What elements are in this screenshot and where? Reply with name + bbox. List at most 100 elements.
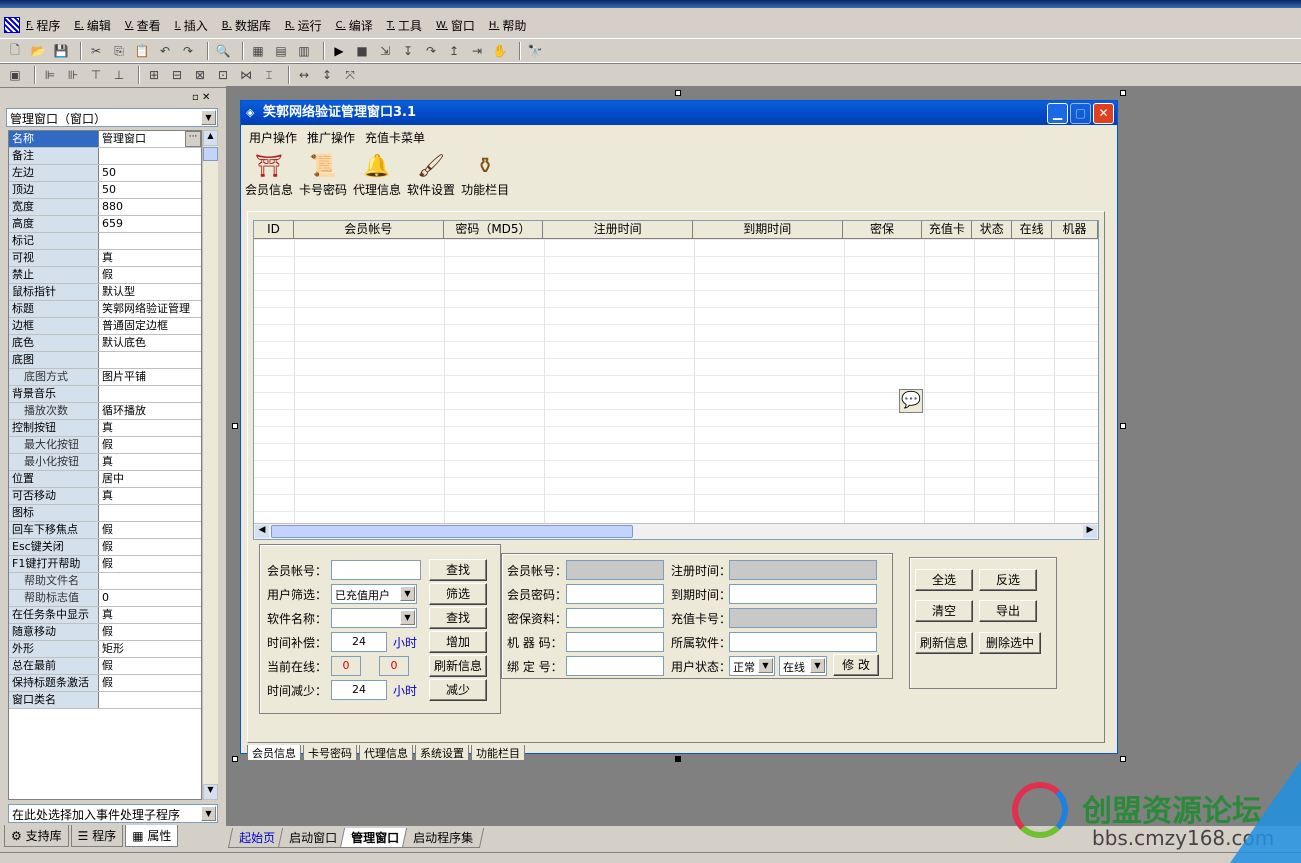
step-over-icon[interactable]: ↷ bbox=[422, 42, 440, 60]
same-width-icon[interactable]: ↔ bbox=[295, 66, 313, 84]
property-value[interactable]: 659 bbox=[99, 216, 201, 232]
close-icon[interactable]: ✕ bbox=[1093, 103, 1114, 124]
resize-handle[interactable] bbox=[232, 756, 238, 762]
property-value[interactable] bbox=[99, 352, 201, 368]
property-value[interactable]: 笑郭网络验证管理 bbox=[99, 301, 201, 317]
same-height-icon[interactable]: ↕ bbox=[318, 66, 336, 84]
redo-icon[interactable]: ↷ bbox=[179, 42, 197, 60]
grid-column-header[interactable]: 密码（MD5） bbox=[444, 221, 544, 238]
space-vertical-icon[interactable]: ⊡ bbox=[214, 66, 232, 84]
menu-run[interactable]: R. 运行 bbox=[285, 17, 322, 34]
property-row[interactable]: 标记 bbox=[9, 233, 201, 250]
software-select[interactable]: ▼ bbox=[331, 608, 417, 628]
property-value[interactable]: 假 bbox=[99, 675, 201, 691]
property-value[interactable]: 真 bbox=[99, 488, 201, 504]
property-value[interactable] bbox=[99, 692, 201, 708]
property-row[interactable]: 回车下移焦点假 bbox=[9, 522, 201, 539]
property-value[interactable]: 假 bbox=[99, 539, 201, 555]
property-row[interactable]: 外形 矩形 bbox=[9, 641, 201, 658]
filter-select[interactable]: 已充值用户 ▼ bbox=[331, 584, 417, 604]
resize-handle[interactable] bbox=[675, 90, 681, 96]
minimize-icon[interactable]: ▁ bbox=[1047, 103, 1068, 124]
account-input[interactable] bbox=[331, 560, 421, 580]
align-top-icon[interactable]: ⊤ bbox=[87, 66, 105, 84]
property-value[interactable]: 假 bbox=[99, 658, 201, 674]
property-value[interactable] bbox=[99, 148, 201, 164]
tab-support-library[interactable]: ⚙ 支持库 bbox=[4, 825, 69, 847]
menu-promo-ops[interactable]: 推广操作 bbox=[307, 129, 355, 146]
tab-card-password[interactable]: 卡号密码 bbox=[303, 745, 357, 761]
tab-startup-window[interactable]: 启动窗口 bbox=[277, 828, 349, 848]
tab-agent-info[interactable]: 代理信息 bbox=[359, 745, 413, 761]
property-value[interactable]: 50 bbox=[99, 165, 201, 181]
tab-startup-assembly[interactable]: 启动程序集 bbox=[401, 828, 485, 848]
property-row[interactable]: 帮助标志值 0 bbox=[9, 590, 201, 607]
hand-icon[interactable]: ✋ bbox=[491, 42, 509, 60]
state-select[interactable]: 正常 ▼ bbox=[729, 656, 775, 676]
property-row[interactable]: 最小化按钮真 bbox=[9, 454, 201, 471]
chevron-down-icon[interactable]: ▼ bbox=[201, 110, 216, 125]
reduce-input[interactable]: 24 bbox=[331, 680, 387, 700]
center-vertical-icon[interactable]: ⊟ bbox=[168, 66, 186, 84]
property-row[interactable]: 位置 居中 bbox=[9, 471, 201, 488]
menu-card-menu[interactable]: 充值卡菜单 bbox=[365, 129, 425, 146]
scroll-left-icon[interactable]: ◀ bbox=[255, 525, 269, 538]
property-row[interactable]: 背景音乐 bbox=[9, 386, 201, 403]
property-value[interactable] bbox=[99, 573, 201, 589]
maximize-icon[interactable]: ▢ bbox=[1070, 103, 1091, 124]
menu-tools[interactable]: T. 工具 bbox=[387, 17, 422, 34]
select-all-button[interactable]: 全选 bbox=[915, 569, 973, 591]
software-settings-button[interactable]: 🖌 软件设置 bbox=[407, 151, 455, 201]
export-button[interactable]: 导出 bbox=[979, 600, 1037, 622]
member-info-button[interactable]: ⛩ 会员信息 bbox=[245, 151, 293, 201]
chevron-down-icon[interactable]: ▼ bbox=[201, 806, 216, 821]
paste-icon[interactable]: 📋 bbox=[133, 42, 151, 60]
resize-handle[interactable] bbox=[1120, 90, 1126, 96]
grid-column-header[interactable]: 注册时间 bbox=[543, 221, 693, 238]
grid-column-header[interactable]: 在线 bbox=[1012, 221, 1053, 238]
property-row[interactable]: 名称 管理窗口 ··· bbox=[9, 131, 201, 148]
property-row[interactable]: 总在最前假 bbox=[9, 658, 201, 675]
property-value[interactable] bbox=[99, 386, 201, 402]
property-row[interactable]: 禁止假 bbox=[9, 267, 201, 284]
new-file-icon[interactable]: 🗋 bbox=[6, 42, 24, 60]
space-horizontal-icon[interactable]: ⊠ bbox=[191, 66, 209, 84]
undo-icon[interactable]: ↶ bbox=[156, 42, 174, 60]
tab-program[interactable]: ☰ 程序 bbox=[70, 825, 124, 847]
property-row[interactable]: 边框 普通固定边框 bbox=[9, 318, 201, 335]
grid-column-header[interactable]: 会员帐号 bbox=[294, 221, 444, 238]
chevron-down-icon[interactable]: ▼ bbox=[400, 610, 415, 625]
layout-horizontal-icon[interactable]: ▤ bbox=[272, 42, 290, 60]
property-value[interactable]: 0 bbox=[99, 590, 201, 606]
refresh-online-button[interactable]: 刷新信息 bbox=[429, 655, 487, 677]
grid-column-header[interactable]: ID bbox=[254, 221, 294, 238]
property-value[interactable]: 真 bbox=[99, 454, 201, 470]
property-row[interactable]: 图标 bbox=[9, 505, 201, 522]
property-value[interactable]: 假 bbox=[99, 522, 201, 538]
property-row[interactable]: 可视真 bbox=[9, 250, 201, 267]
scroll-thumb[interactable] bbox=[271, 525, 633, 538]
grid-hscrollbar[interactable]: ◀ ▶ bbox=[254, 523, 1098, 539]
run-to-cursor-icon[interactable]: ⇥ bbox=[468, 42, 486, 60]
property-value[interactable]: 图片平铺 bbox=[99, 369, 201, 385]
property-row[interactable]: 高度 659 bbox=[9, 216, 201, 233]
menu-window[interactable]: W. 窗口 bbox=[436, 17, 475, 34]
resize-handle[interactable] bbox=[675, 756, 681, 762]
chevron-down-icon[interactable]: ▼ bbox=[758, 658, 773, 673]
scroll-thumb[interactable] bbox=[203, 147, 218, 161]
resize-handle[interactable] bbox=[232, 423, 238, 429]
tab-system-settings[interactable]: 系统设置 bbox=[415, 745, 469, 761]
property-value[interactable]: 50 bbox=[99, 182, 201, 198]
clear-button[interactable]: 清空 bbox=[915, 600, 973, 622]
property-row[interactable]: 保持标题条激活假 bbox=[9, 675, 201, 692]
property-value[interactable]: 880 bbox=[99, 199, 201, 215]
ellipsis-button[interactable]: ··· bbox=[185, 131, 201, 147]
event-selector[interactable]: 在此处选择加入事件处理子程序 ▼ bbox=[8, 804, 218, 823]
save-icon[interactable]: 💾 bbox=[52, 42, 70, 60]
stop-icon[interactable]: ■ bbox=[353, 42, 371, 60]
property-row[interactable]: 最大化按钮假 bbox=[9, 437, 201, 454]
step-out-icon[interactable]: ↥ bbox=[445, 42, 463, 60]
equal-height-icon[interactable]: ⌶ bbox=[260, 66, 278, 84]
card-password-button[interactable]: 📜 卡号密码 bbox=[299, 151, 347, 201]
object-selector[interactable]: 管理窗口（窗口） ▼ bbox=[6, 108, 218, 127]
